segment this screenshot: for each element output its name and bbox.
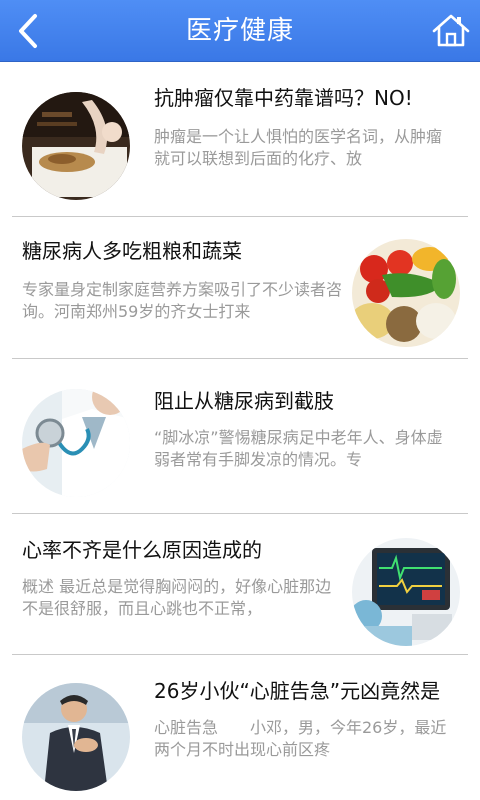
article-summary: 肿瘤是一个让人惧怕的医学名词，从肿瘤就可以联想到后面的化疗、放 xyxy=(154,127,443,168)
home-icon xyxy=(432,14,470,47)
vegetables-grains-image xyxy=(352,239,460,347)
article-title: 26岁小伙“心脏告急”元凶竟然是 xyxy=(154,679,441,703)
article-summary: 心脏告急 小邓，男，今年26岁，最近两个月不时出现心前区疼 xyxy=(154,718,447,759)
herbal-medicine-image xyxy=(22,92,130,200)
article-summary: 概述 最近总是觉得胸闷闷的，好像心脏那边不是很舒服，而且心跳也不正常， xyxy=(22,577,332,618)
article-summary: 专家量身定制家庭营养方案吸引了不少读者咨询。河南郑州59岁的齐女士打来 xyxy=(22,280,343,321)
man-chest-pain-image xyxy=(22,683,130,791)
page-title: 医疗健康 xyxy=(185,16,294,46)
article-title: 糖尿病人多吃粗粮和蔬菜 xyxy=(22,239,242,263)
article-thumbnail-man xyxy=(22,683,130,791)
list-item-article-2[interactable]: 糖尿病人多吃粗粮和蔬菜 专家量身定制家庭营养方案吸引了不少读者咨询。河南郑州59… xyxy=(0,217,480,358)
list-item-article-3[interactable]: 阻止从糖尿病到截肢 “脚冰凉”警惕糖尿病足中老年人、身体虚弱者常有手脚发凉的情况… xyxy=(0,359,480,513)
article-title: 心率不齐是什么原因造成的 xyxy=(22,538,262,562)
article-thumbnail-vegetables xyxy=(352,239,460,347)
doctor-stethoscope-image xyxy=(22,389,130,497)
list-item-article-4[interactable]: 心率不齐是什么原因造成的 概述 最近总是觉得胸闷闷的，好像心脏那边不是很舒服，而… xyxy=(0,514,480,654)
home-button[interactable] xyxy=(430,10,472,52)
article-list: 抗肿瘤仅靠中药靠谱吗？NO! 肿瘤是一个让人惧怕的医学名词，从肿瘤就可以联想到后… xyxy=(0,62,480,800)
article-thumbnail-herbal xyxy=(22,92,130,200)
article-summary: “脚冰凉”警惕糖尿病足中老年人、身体虚弱者常有手脚发凉的情况。专 xyxy=(154,428,443,469)
article-thumbnail-monitor xyxy=(352,538,460,646)
article-thumbnail-doctor xyxy=(22,389,130,497)
article-title: 阻止从糖尿病到截肢 xyxy=(154,389,334,413)
app-header: 医疗健康 xyxy=(0,0,480,62)
list-item-article-5[interactable]: 26岁小伙“心脏告急”元凶竟然是 心脏告急 小邓，男，今年26岁，最近两个月不时… xyxy=(0,655,480,800)
list-item-article-1[interactable]: 抗肿瘤仅靠中药靠谱吗？NO! 肿瘤是一个让人惧怕的医学名词，从肿瘤就可以联想到后… xyxy=(0,62,480,216)
article-title: 抗肿瘤仅靠中药靠谱吗？NO! xyxy=(154,86,413,110)
heart-monitor-image xyxy=(352,538,460,646)
